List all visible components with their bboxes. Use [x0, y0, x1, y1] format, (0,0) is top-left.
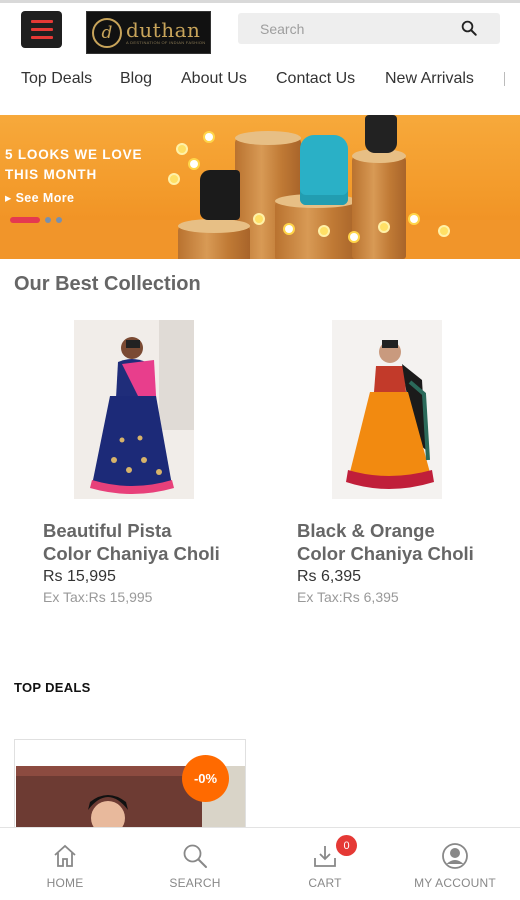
flower-decoration	[178, 145, 186, 153]
bottom-nav-search-label: SEARCH	[169, 876, 221, 890]
brand-logo[interactable]: d duthan A DESTINATION OF INDIAN FASHION	[86, 11, 211, 54]
carousel-dot[interactable]	[45, 217, 51, 223]
flower-decoration	[380, 223, 388, 231]
logo-name: duthan	[126, 17, 201, 42]
flower-decoration	[285, 225, 293, 233]
product-price: Rs 6,395	[297, 568, 362, 585]
search-icon	[183, 844, 207, 868]
nav-item-about-us[interactable]: About Us	[181, 68, 247, 90]
banner-stump	[178, 219, 250, 259]
product-image[interactable]	[74, 320, 194, 499]
nav-item-new-arrivals[interactable]: New Arrivals	[385, 68, 474, 90]
bottom-nav-cart[interactable]: 0 CART	[260, 828, 390, 900]
flower-decoration	[410, 215, 418, 223]
flower-decoration	[255, 215, 263, 223]
banner-headline: 5 LOOKS WE LOVE THIS MONTH	[5, 145, 142, 185]
discount-badge: -0%	[182, 755, 229, 802]
bottom-navigation: HOME SEARCH 0 CART MY ACCOUNT	[0, 827, 520, 900]
hamburger-menu-button[interactable]	[21, 11, 62, 48]
backpack-image	[300, 135, 348, 205]
flower-decoration	[350, 233, 358, 241]
bottom-nav-account-label: MY ACCOUNT	[414, 876, 496, 890]
bottom-nav-search[interactable]: SEARCH	[130, 828, 260, 900]
see-more-label: See More	[15, 191, 75, 205]
product-name[interactable]: Black & Orange Color Chaniya Choli	[297, 519, 520, 565]
carousel-indicator	[10, 217, 62, 223]
product-image[interactable]	[332, 320, 442, 499]
flower-decoration	[320, 227, 328, 235]
bottom-nav-cart-label: CART	[308, 876, 342, 890]
logo-tagline: A DESTINATION OF INDIAN FASHION	[126, 39, 206, 45]
product-price: Rs 15,995	[43, 568, 116, 585]
product-name-line2: Color Chaniya Choli	[43, 543, 220, 564]
logo-mark: d	[92, 17, 122, 48]
menu-line	[30, 28, 53, 31]
home-icon	[54, 844, 76, 867]
see-more-link[interactable]: ▸ See More	[5, 190, 74, 205]
product-ex-tax: Ex Tax:Rs 6,395	[297, 589, 399, 605]
section-title-top-deals: TOP DEALS	[14, 680, 91, 695]
flower-decoration	[170, 175, 178, 183]
flower-decoration	[190, 160, 198, 168]
nav-item-top-deals[interactable]: Top Deals	[21, 68, 92, 90]
nav-item-contact-us[interactable]: Contact Us	[276, 68, 355, 90]
carousel-dot-active[interactable]	[10, 217, 40, 223]
cart-download-icon	[314, 846, 336, 867]
flower-decoration	[440, 227, 448, 235]
banner-stump	[352, 149, 406, 259]
model-figure	[74, 320, 194, 499]
bottom-nav-home[interactable]: HOME	[0, 828, 130, 900]
search-icon[interactable]	[460, 19, 478, 37]
cart-count-badge: 0	[336, 835, 357, 856]
app-header: d duthan A DESTINATION OF INDIAN FASHION	[0, 0, 520, 55]
promo-banner[interactable]: 5 LOOKS WE LOVE THIS MONTH ▸ See More	[0, 115, 520, 259]
boots-image	[200, 170, 240, 220]
product-name-line1: Black & Orange	[297, 520, 435, 541]
menu-line	[30, 36, 53, 39]
play-arrow-icon: ▸	[5, 191, 12, 205]
nav-divider	[504, 72, 505, 86]
product-name-line2: Color Chaniya Choli	[297, 543, 474, 564]
nav-item-blog[interactable]: Blog	[120, 68, 152, 90]
bottom-nav-home-label: HOME	[46, 876, 84, 890]
section-title-best-collection: Our Best Collection	[14, 273, 201, 295]
model-figure	[332, 320, 442, 499]
account-icon	[442, 843, 468, 869]
logo-text: duthan A DESTINATION OF INDIAN FASHION	[126, 20, 205, 46]
menu-line	[30, 20, 53, 23]
carousel-dot[interactable]	[56, 217, 62, 223]
product-ex-tax: Ex Tax:Rs 15,995	[43, 589, 153, 605]
product-name-line1: Beautiful Pista	[43, 520, 172, 541]
product-name[interactable]: Beautiful Pista Color Chaniya Choli	[43, 519, 273, 565]
flower-decoration	[205, 133, 213, 141]
sneaker-image	[365, 115, 397, 153]
bottom-nav-account[interactable]: MY ACCOUNT	[390, 828, 520, 900]
top-navigation: Top Deals Blog About Us Contact Us New A…	[0, 68, 520, 94]
search-bar	[238, 13, 500, 44]
banner-headline-line2: THIS MONTH	[5, 167, 97, 182]
banner-headline-line1: 5 LOOKS WE LOVE	[5, 147, 143, 162]
